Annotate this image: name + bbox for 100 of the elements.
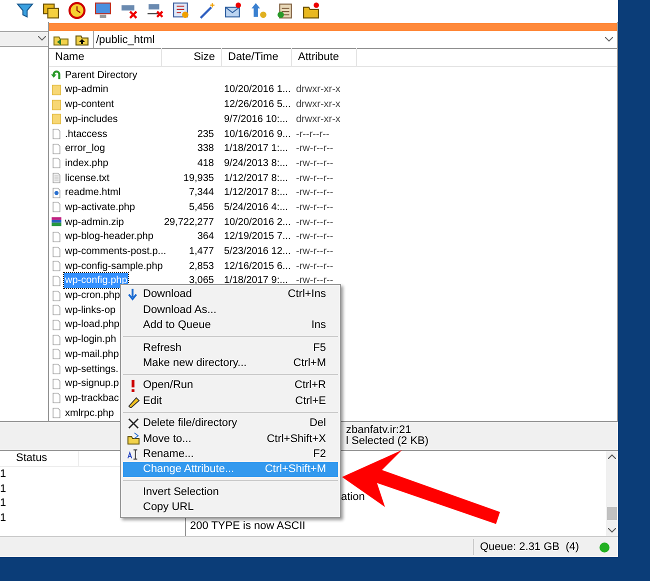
archive-icon bbox=[51, 216, 62, 228]
menu-label: Download bbox=[143, 287, 193, 302]
file-attribute: -rw-r--r-- bbox=[296, 216, 334, 228]
clock-icon[interactable] bbox=[68, 2, 86, 20]
menu-label: Open/Run bbox=[143, 378, 194, 394]
file-name[interactable]: wp-activate.php bbox=[64, 200, 136, 215]
menu-label: Change Attribute... bbox=[143, 462, 236, 478]
menu-label: Refresh bbox=[143, 340, 183, 356]
scrollbar[interactable] bbox=[606, 451, 618, 536]
menu-item[interactable]: Invert Selection bbox=[123, 484, 338, 500]
download-arrow-icon bbox=[126, 288, 140, 302]
menu-label: Rename... bbox=[143, 446, 195, 462]
scroll-up-icon[interactable] bbox=[608, 454, 616, 460]
folders-icon[interactable] bbox=[42, 2, 60, 20]
file-name[interactable]: wp-links-op bbox=[64, 302, 117, 318]
column-header[interactable]: Date/Time bbox=[222, 48, 292, 66]
folder-arrows-icon[interactable] bbox=[53, 34, 69, 46]
file-attribute: drwxr-xr-x bbox=[296, 84, 340, 96]
notepad-icon[interactable] bbox=[276, 2, 294, 20]
file-attribute: -rw-r--r-- bbox=[296, 275, 334, 286]
file-name[interactable]: error_log bbox=[64, 141, 106, 156]
menu-shortcut: F5 bbox=[313, 340, 326, 356]
file-name[interactable]: readme.html bbox=[64, 185, 122, 200]
menu-item[interactable]: Delete file/directory Del bbox=[123, 416, 338, 432]
file-name[interactable]: license.txt bbox=[64, 170, 110, 186]
envelope-icon[interactable] bbox=[224, 2, 242, 20]
file-name[interactable]: wp-settings. bbox=[64, 362, 120, 377]
menu-item[interactable]: Add to Queue Ins bbox=[123, 318, 338, 334]
file-size: 2,853 bbox=[188, 260, 214, 274]
menu-shortcut: Ctrl+E bbox=[295, 394, 326, 409]
file-size: 19,935 bbox=[183, 172, 214, 186]
file-date: 10/16/2016 9... bbox=[224, 128, 291, 140]
menu-item[interactable]: Copy URL bbox=[123, 500, 338, 516]
menu-shortcut: Ctrl+R bbox=[294, 378, 326, 394]
file-name[interactable]: wp-signup.p bbox=[64, 376, 120, 392]
menu-item[interactable]: Edit Ctrl+E bbox=[123, 393, 338, 409]
menu-item[interactable]: Rename... F2 bbox=[123, 446, 338, 462]
file-date: 5/24/2016 4:... bbox=[224, 202, 288, 213]
file-size: 7,344 bbox=[188, 186, 214, 200]
menu-shortcut: Ctrl+M bbox=[293, 356, 326, 372]
file-attribute: -rw-r--r-- bbox=[296, 187, 334, 198]
scroll-down-icon[interactable] bbox=[608, 528, 616, 534]
column-header[interactable]: Attribute bbox=[292, 48, 357, 66]
file-date: 1/18/2017 9:... bbox=[224, 275, 288, 286]
column-header[interactable]: Size bbox=[162, 48, 222, 66]
file-name[interactable]: .htaccess bbox=[64, 126, 108, 142]
pencil-icon bbox=[126, 394, 140, 408]
file-name[interactable]: wp-config-sample.php bbox=[64, 258, 164, 274]
file-size: 338 bbox=[197, 142, 214, 156]
file-name[interactable]: wp-admin.zip bbox=[64, 214, 125, 230]
folder-icon bbox=[51, 98, 62, 111]
file-name[interactable]: wp-includes bbox=[64, 112, 119, 127]
network-x-icon[interactable] bbox=[146, 2, 164, 20]
column-header[interactable]: Status bbox=[14, 450, 79, 467]
menu-item[interactable]: Open/Run Ctrl+R bbox=[123, 378, 338, 394]
queue-cell-text: 1 bbox=[0, 510, 6, 526]
panel-status-text: l Selected (2 KB) bbox=[346, 436, 430, 448]
column-header[interactable]: Name bbox=[49, 48, 162, 66]
close-icon bbox=[126, 416, 140, 430]
file-date: 1/12/2017 8:... bbox=[224, 172, 288, 184]
file-attribute: -rw-r--r-- bbox=[296, 158, 334, 169]
menu-label: Delete file/directory bbox=[143, 416, 238, 432]
file-size: 29,722,277 bbox=[164, 216, 214, 230]
file-name[interactable]: index.php bbox=[64, 156, 110, 171]
file-name[interactable]: wp-cron.php bbox=[64, 288, 122, 304]
menu-shortcut: Del bbox=[309, 416, 326, 432]
file-date: 9/7/2016 10:... bbox=[224, 114, 288, 125]
menu-item[interactable]: Make new directory... Ctrl+M bbox=[123, 356, 338, 371]
filter-icon[interactable] bbox=[16, 2, 34, 20]
menu-item[interactable]: Download As... bbox=[123, 302, 338, 318]
rename-icon bbox=[126, 448, 140, 461]
file-date: 9/24/2013 8:... bbox=[224, 158, 288, 169]
remote-path-field[interactable]: /public_html bbox=[93, 31, 605, 48]
file-name[interactable]: wp-comments-post.p... bbox=[64, 244, 168, 260]
path-text: /public_html bbox=[96, 32, 155, 48]
queue-cell-text: 1 bbox=[0, 467, 6, 482]
magic-wand-icon[interactable] bbox=[198, 2, 216, 20]
file-name[interactable]: wp-trackbac bbox=[64, 390, 120, 406]
file-size: 1,477 bbox=[188, 245, 214, 260]
server-x-icon[interactable] bbox=[120, 2, 138, 20]
file-attribute: -rw-r--r-- bbox=[296, 231, 334, 242]
file-date: 1/12/2017 8:... bbox=[224, 187, 288, 198]
menu-item[interactable]: Refresh F5 bbox=[123, 340, 338, 356]
file-name[interactable]: wp-blog-header.php bbox=[64, 229, 154, 244]
menu-item[interactable]: Download Ctrl+Ins bbox=[123, 287, 338, 302]
file-name[interactable]: wp-admin bbox=[64, 82, 110, 98]
menu-label: Move to... bbox=[143, 432, 192, 447]
menu-shortcut: Ctrl+Shift+M bbox=[264, 462, 326, 478]
file-name[interactable]: xmlrpc.php bbox=[64, 406, 115, 421]
file-name[interactable]: wp-login.ph bbox=[64, 332, 118, 348]
file-name[interactable]: wp-load.php bbox=[64, 317, 120, 332]
file-size: 235 bbox=[197, 128, 214, 142]
file-name[interactable]: wp-mail.php bbox=[64, 346, 120, 362]
menu-item[interactable]: Move to... Ctrl+Shift+X bbox=[123, 431, 338, 447]
menu-label: Invert Selection bbox=[143, 484, 220, 500]
monitor-icon[interactable] bbox=[94, 2, 112, 20]
parent-folder-icon[interactable] bbox=[75, 34, 89, 46]
file-name[interactable]: Parent Directory bbox=[64, 68, 138, 83]
scroll-thumb[interactable] bbox=[607, 507, 617, 520]
file-name[interactable]: wp-content bbox=[64, 97, 115, 112]
